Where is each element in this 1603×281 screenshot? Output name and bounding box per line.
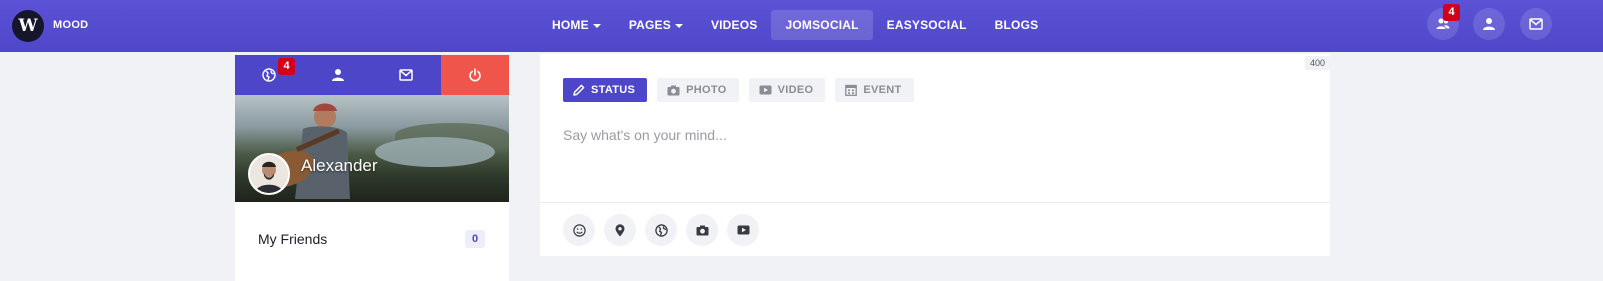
- menu-item-label: HOME: [552, 18, 589, 32]
- status-composer: 400 STATUS PHOTO VIDEO EVENT Say what's …: [540, 54, 1330, 256]
- chevron-down-icon: [674, 23, 683, 28]
- count-badge: 0: [465, 230, 485, 248]
- menu-item-label: EASYSOCIAL: [886, 18, 967, 32]
- power-icon: [468, 68, 481, 82]
- menu-item-label: BLOGS: [994, 18, 1039, 32]
- event-tab[interactable]: EVENT: [835, 78, 914, 102]
- tab-label: STATUS: [591, 84, 636, 96]
- tab-logout[interactable]: [440, 55, 509, 95]
- video-icon: [737, 225, 749, 235]
- friend-requests-button[interactable]: 4: [1427, 4, 1460, 40]
- video-tab[interactable]: VIDEO: [748, 78, 826, 102]
- menu-item-jomsocial[interactable]: JOMSOCIAL: [771, 10, 873, 40]
- profile-username[interactable]: Alexander: [301, 156, 378, 176]
- post-type-tabs: STATUS PHOTO VIDEO EVENT: [563, 78, 924, 102]
- chevron-down-icon: [592, 23, 601, 28]
- menu-item-blogs[interactable]: BLOGS: [981, 10, 1053, 40]
- mail-icon: [399, 69, 413, 81]
- divider: [540, 202, 1330, 203]
- tab-label: VIDEO: [777, 84, 814, 96]
- menu-item-pages[interactable]: PAGES: [615, 10, 697, 40]
- mood-button[interactable]: [563, 214, 595, 246]
- tab-label: PHOTO: [686, 84, 727, 96]
- menu-item-label: PAGES: [628, 18, 671, 32]
- photo-tab[interactable]: PHOTO: [657, 78, 739, 102]
- camera-icon: [667, 85, 680, 95]
- top-navbar: W MOOD HOME PAGES VIDEOS JOMSOCIAL EASYS…: [0, 0, 1603, 52]
- tab-label: EVENT: [863, 84, 902, 96]
- logo[interactable]: W: [12, 10, 44, 42]
- menu-item-label: VIDEOS: [710, 18, 758, 32]
- location-button[interactable]: [604, 214, 636, 246]
- add-photo-button[interactable]: [686, 214, 718, 246]
- menu-item-videos[interactable]: VIDEOS: [697, 10, 772, 40]
- profile-card: 4 Alexander My Friends 0: [235, 55, 509, 281]
- add-video-button[interactable]: [727, 214, 759, 246]
- character-counter: 400: [1304, 56, 1330, 70]
- menu-item-easysocial[interactable]: EASYSOCIAL: [873, 10, 981, 40]
- status-input[interactable]: [563, 124, 1303, 146]
- mail-icon: [1529, 18, 1543, 30]
- avatar-image: [250, 155, 288, 193]
- user-icon: [1483, 18, 1495, 30]
- notification-badge: 4: [1443, 4, 1460, 21]
- globe-icon: [262, 68, 276, 82]
- status-tab[interactable]: STATUS: [563, 78, 648, 102]
- tab-friends[interactable]: [304, 55, 373, 95]
- cover-lake: [375, 137, 495, 167]
- pencil-icon: [573, 84, 585, 96]
- video-icon: [759, 85, 772, 95]
- globe-icon: [654, 223, 668, 237]
- user-icon: [331, 69, 344, 81]
- menu-item-label: JOMSOCIAL: [785, 18, 859, 32]
- sidebar-item-my-friends[interactable]: My Friends 0: [258, 229, 485, 249]
- brand-name[interactable]: MOOD: [53, 19, 88, 31]
- menu-item-home[interactable]: HOME: [538, 10, 615, 40]
- composer-toolbar: [563, 214, 768, 246]
- profile-tab-strip: 4: [235, 55, 509, 95]
- messages-button[interactable]: [1520, 8, 1552, 40]
- profile-cover-image: Alexander: [235, 95, 509, 202]
- privacy-button[interactable]: [645, 214, 677, 246]
- tab-messages[interactable]: [372, 55, 441, 95]
- calendar-icon: [845, 84, 858, 96]
- profile-button[interactable]: [1473, 8, 1505, 40]
- camera-icon: [696, 225, 708, 235]
- main-menu: HOME PAGES VIDEOS JOMSOCIAL EASYSOCIAL B…: [538, 10, 1052, 40]
- tab-notifications[interactable]: 4: [235, 55, 304, 95]
- sidebar-item-label: My Friends: [258, 231, 328, 247]
- smile-icon: [572, 223, 586, 237]
- notification-badge: 4: [278, 58, 295, 75]
- avatar[interactable]: [248, 153, 290, 195]
- map-pin-icon: [615, 223, 625, 236]
